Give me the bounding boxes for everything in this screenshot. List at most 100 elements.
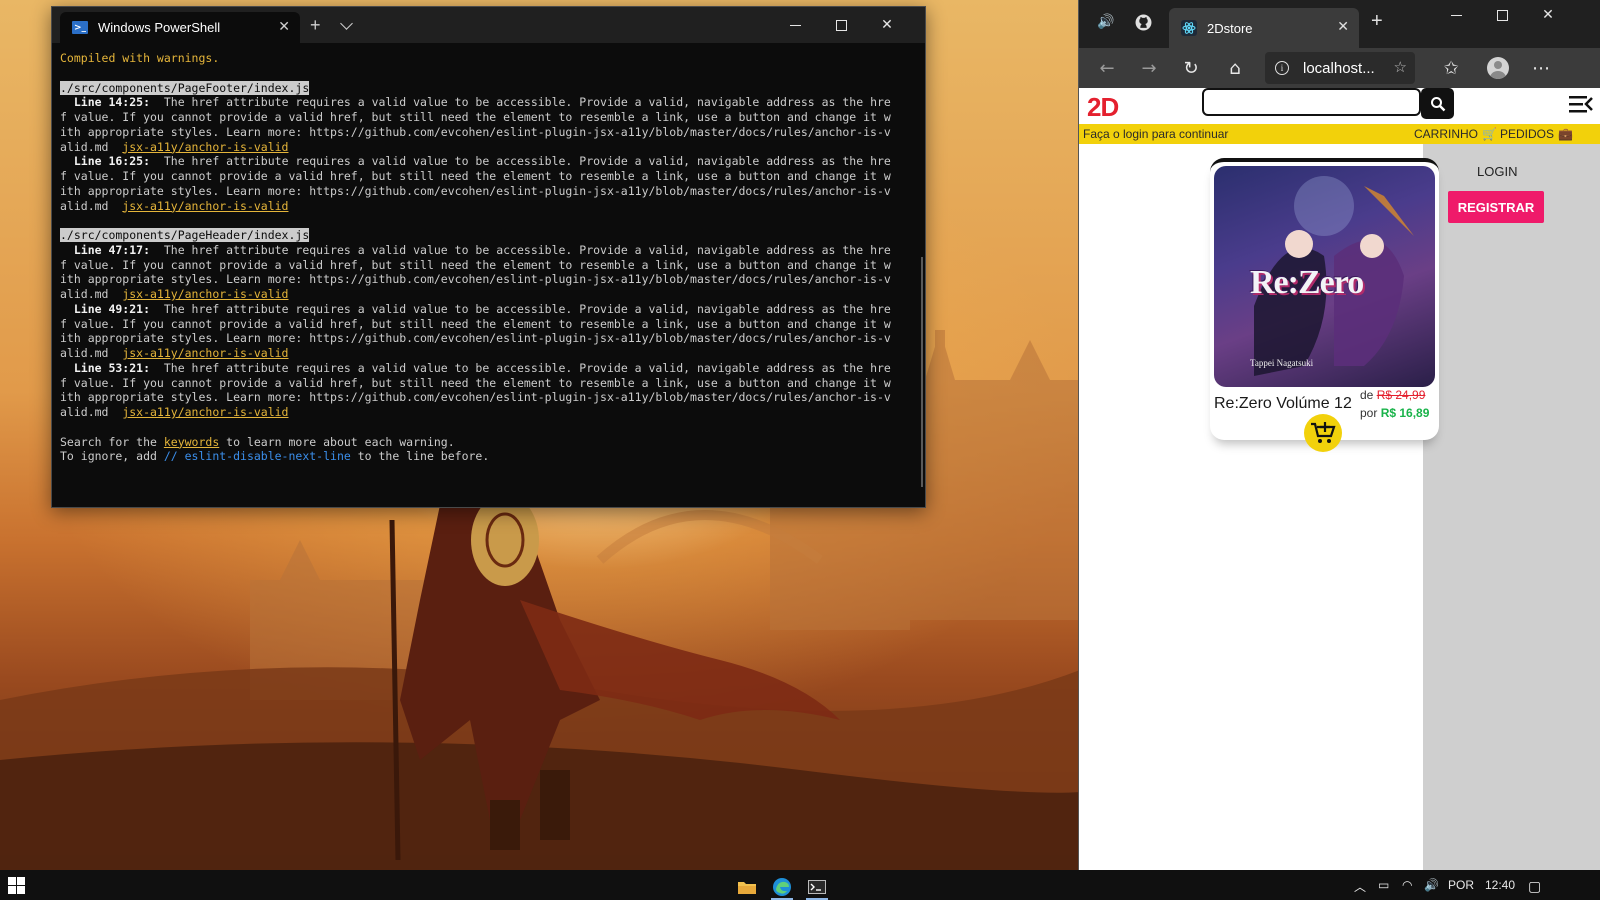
orders-link[interactable]: PEDIDOS 💼 — [1500, 127, 1573, 141]
terminal-link[interactable]: jsx-a11y/anchor-is-valid — [122, 287, 288, 301]
terminal-text: Line 14:25: — [60, 95, 151, 110]
show-hidden-icons-chevron-icon[interactable]: ︿ — [1354, 878, 1366, 895]
terminal-tab-title: Windows PowerShell — [98, 20, 221, 35]
powershell-window[interactable]: >_ Windows PowerShell ✕ + ✕ Compiled wit… — [51, 6, 926, 508]
terminal-line: f value. If you cannot provide a valid h… — [60, 258, 925, 273]
terminal-text: alid.md — [60, 139, 123, 154]
terminal-link[interactable]: jsx-a11y/anchor-is-valid — [122, 346, 288, 360]
terminal-line: Line 49:21: The href attribute requires … — [60, 302, 925, 317]
terminal-line: alid.md jsx-a11y/anchor-is-valid — [60, 346, 925, 361]
new-tab-button[interactable]: + — [1371, 10, 1383, 33]
product-title[interactable]: Re:Zero Volúme 12 — [1214, 395, 1352, 413]
terminal-text: f value. If you cannot provide a valid h… — [60, 257, 891, 272]
new-tab-button[interactable]: + — [310, 15, 321, 36]
site-logo[interactable]: 2D — [1087, 92, 1119, 123]
minimize-button[interactable] — [772, 7, 818, 43]
terminal-text: Line 47:17: — [60, 242, 151, 257]
register-button[interactable]: REGISTRAR — [1448, 191, 1544, 223]
terminal-line: Line 47:17: The href attribute requires … — [60, 243, 925, 258]
forward-arrow-icon[interactable]: → — [1137, 56, 1161, 80]
edge-taskbar-icon[interactable] — [765, 873, 799, 900]
close-window-button[interactable]: ✕ — [864, 7, 910, 43]
terminal-line: ith appropriate styles. Learn more: http… — [60, 184, 925, 199]
profile-avatar[interactable] — [1487, 57, 1509, 79]
browser-tab-2dstore[interactable]: 2Dstore ✕ — [1169, 8, 1359, 48]
taskbar: ︿ ▭ ◠ 🔊 POR 12:40 ▢ — [0, 870, 1600, 900]
browser-titlebar[interactable]: 🔊 2Dstore ✕ + ✕ — [1079, 0, 1600, 48]
back-arrow-icon[interactable]: ← — [1095, 56, 1119, 80]
terminal-file-path: ./src/components/PageFooter/index.js — [60, 80, 310, 95]
page-content: Re:Zero Tappei Nagatsuki Re:Zero Volúme … — [1079, 144, 1600, 870]
terminal-text: // eslint-disable-next-line — [163, 449, 351, 464]
battery-icon[interactable]: ▭ — [1378, 878, 1389, 892]
input-language[interactable]: POR — [1448, 878, 1474, 892]
cart-link[interactable]: CARRINHO 🛒 — [1414, 127, 1497, 141]
speaker-icon[interactable]: 🔊 — [1097, 14, 1114, 30]
maximize-button[interactable] — [818, 7, 864, 43]
volume-icon[interactable]: 🔊 — [1424, 878, 1439, 892]
search-input[interactable] — [1202, 88, 1421, 116]
terminal-text: The href attribute requires a valid valu… — [150, 95, 891, 110]
menu-collapse-icon[interactable] — [1569, 94, 1593, 114]
terminal-link[interactable]: jsx-a11y/anchor-is-valid — [122, 199, 288, 213]
terminal-text: The href attribute requires a valid valu… — [150, 360, 891, 375]
terminal-scrollbar[interactable] — [921, 257, 923, 487]
terminal-text: To ignore, add — [60, 449, 164, 464]
terminal-line: Line 14:25: The href attribute requires … — [60, 95, 925, 110]
github-icon[interactable] — [1135, 14, 1152, 35]
terminal-line: Line 53:21: The href attribute requires … — [60, 361, 925, 376]
powershell-icon: >_ — [72, 21, 88, 34]
search-button[interactable] — [1421, 88, 1454, 119]
windows-start-icon[interactable] — [8, 877, 25, 894]
orders-bag-icon: 💼 — [1558, 127, 1573, 141]
tab-dropdown-button[interactable] — [340, 17, 353, 30]
terminal-output[interactable]: Compiled with warnings. ./src/components/… — [52, 43, 925, 464]
cart-label: CARRINHO — [1414, 127, 1479, 141]
terminal-link[interactable]: jsx-a11y/anchor-is-valid — [122, 405, 288, 419]
refresh-icon[interactable]: ↻ — [1179, 56, 1203, 80]
more-menu-icon[interactable]: ⋯ — [1529, 56, 1553, 80]
terminal-line: ./src/components/PageHeader/index.js — [60, 228, 925, 243]
favorites-icon[interactable]: ✩ — [1439, 56, 1463, 80]
terminal-text: Line 16:25: — [60, 154, 151, 169]
minimize-button[interactable] — [1433, 0, 1479, 30]
site-header: 2D — [1079, 88, 1600, 124]
terminal-text: The href attribute requires a valid valu… — [150, 301, 891, 316]
site-info-icon[interactable]: i — [1275, 61, 1289, 75]
login-prompt[interactable]: Faça o login para continuar — [1083, 127, 1228, 141]
add-to-cart-button[interactable] — [1304, 414, 1342, 452]
home-icon[interactable]: ⌂ — [1223, 56, 1247, 80]
close-tab-icon[interactable]: ✕ — [278, 19, 290, 35]
terminal-text: ith appropriate styles. Learn more: http… — [60, 124, 891, 139]
terminal-text: to learn more about each warning. — [219, 434, 455, 449]
terminal-link[interactable]: keywords — [164, 435, 219, 449]
close-tab-icon[interactable]: ✕ — [1337, 19, 1349, 35]
terminal-titlebar[interactable]: >_ Windows PowerShell ✕ + ✕ — [52, 7, 925, 43]
edge-browser-window[interactable]: 🔊 2Dstore ✕ + ✕ ← → ↻ ⌂ i localhost... ☆… — [1078, 0, 1600, 870]
login-link[interactable]: LOGIN — [1477, 164, 1517, 179]
close-window-button[interactable]: ✕ — [1525, 0, 1571, 30]
terminal-text: to the line before. — [350, 449, 490, 464]
favorite-star-icon[interactable]: ☆ — [1394, 58, 1407, 76]
network-icon[interactable]: ◠ — [1402, 878, 1412, 892]
notifications-icon[interactable]: ▢ — [1528, 878, 1541, 895]
file-explorer-icon[interactable] — [730, 873, 764, 900]
terminal-tab[interactable]: >_ Windows PowerShell ✕ — [60, 12, 300, 43]
terminal-link[interactable]: jsx-a11y/anchor-is-valid — [122, 140, 288, 154]
terminal-text: Compiled with warnings. — [60, 51, 220, 65]
product-card[interactable]: Re:Zero Tappei Nagatsuki Re:Zero Volúme … — [1210, 158, 1439, 452]
product-cover-image[interactable]: Re:Zero Tappei Nagatsuki — [1214, 166, 1435, 387]
browser-toolbar: ← → ↻ ⌂ i localhost... ☆ ✩ ⋯ — [1079, 48, 1600, 88]
terminal-text: f value. If you cannot provide a valid h… — [60, 375, 891, 390]
terminal-text: f value. If you cannot provide a valid h… — [60, 110, 891, 124]
terminal-taskbar-icon[interactable] — [800, 873, 834, 900]
maximize-button[interactable] — [1479, 0, 1525, 30]
terminal-text: Line 53:21: — [60, 360, 151, 375]
address-bar[interactable]: i localhost... ☆ — [1265, 52, 1415, 84]
cart-icon: 🛒 — [1482, 127, 1497, 141]
terminal-text: alid.md — [60, 405, 123, 419]
terminal-text: ith appropriate styles. Learn more: http… — [60, 183, 891, 198]
clock[interactable]: 12:40 — [1485, 878, 1515, 892]
